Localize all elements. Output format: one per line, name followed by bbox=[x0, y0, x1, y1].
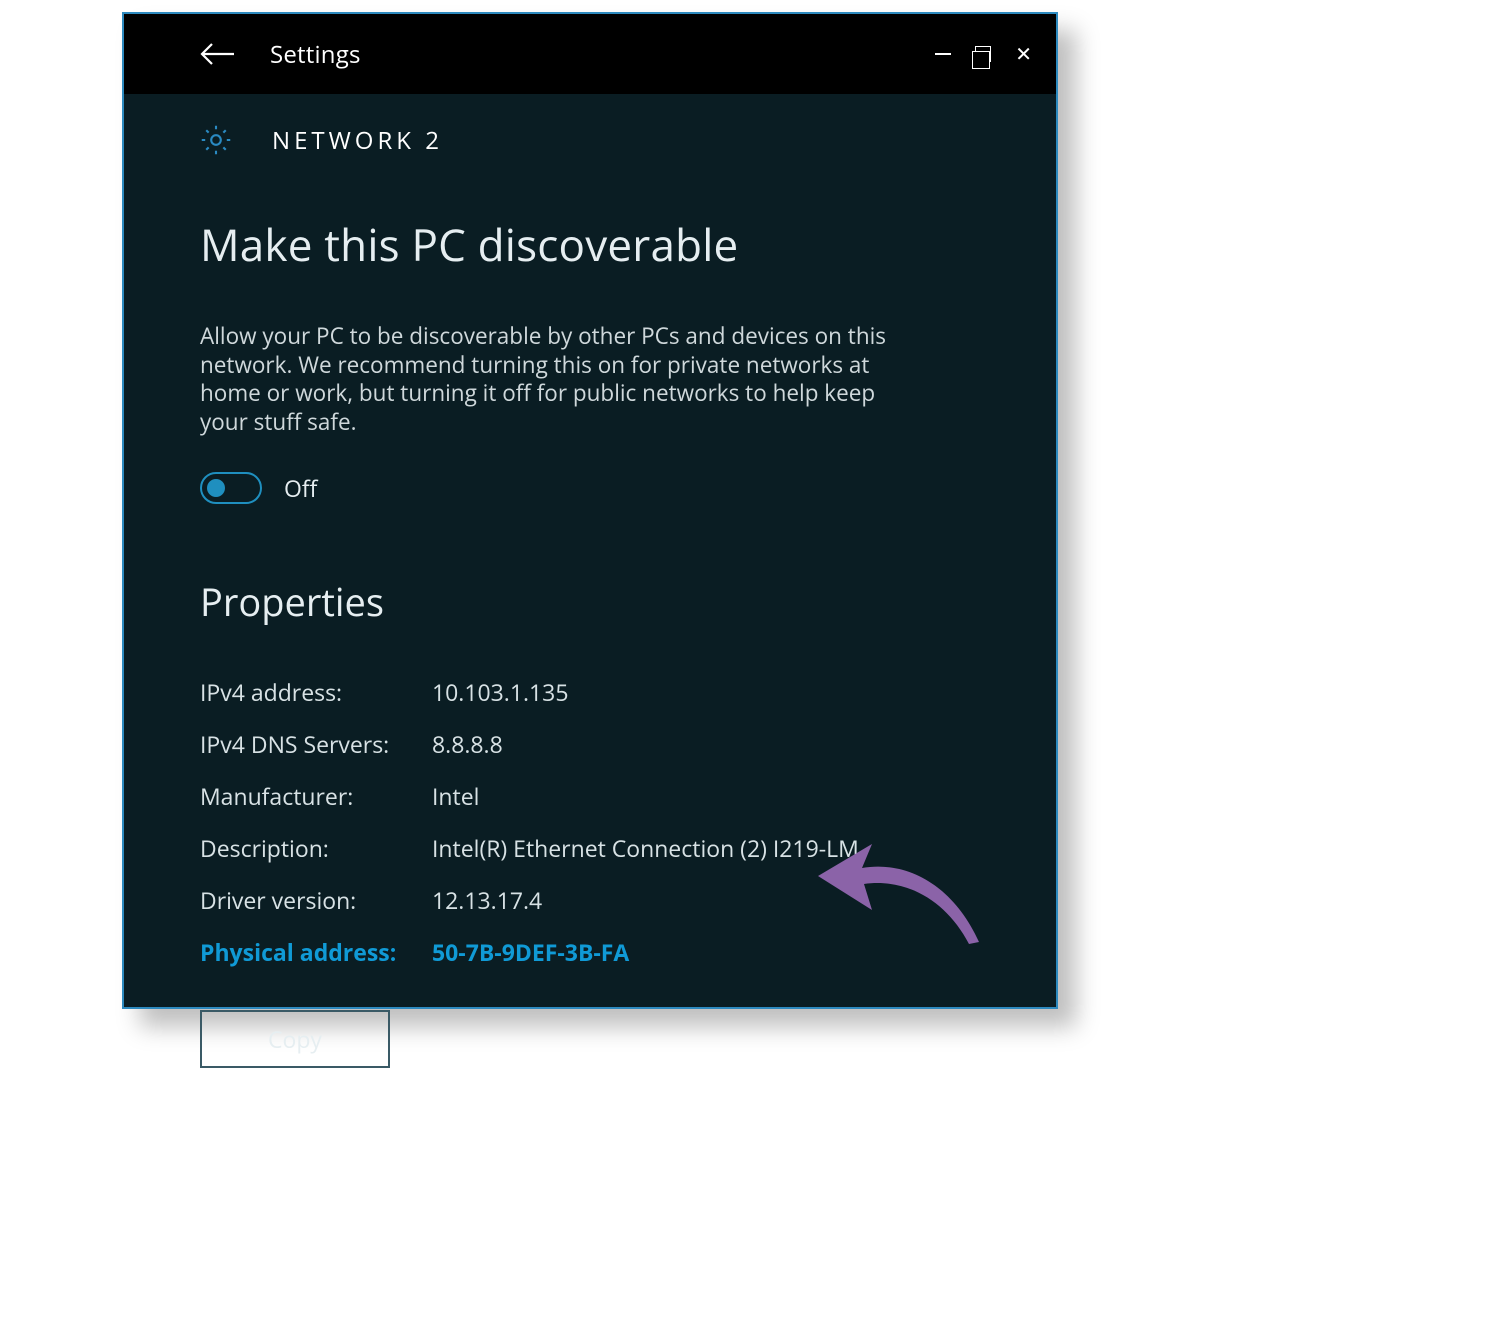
minimize-icon bbox=[935, 53, 951, 55]
window-controls: ✕ bbox=[935, 44, 1032, 64]
minimize-button[interactable] bbox=[935, 53, 951, 55]
close-button[interactable]: ✕ bbox=[1015, 44, 1032, 64]
maximize-icon bbox=[975, 46, 991, 62]
property-label: Manufacturer: bbox=[200, 780, 432, 812]
property-label: IPv4 DNS Servers: bbox=[200, 728, 432, 760]
gear-icon bbox=[198, 122, 234, 158]
toggle-knob bbox=[207, 479, 225, 497]
titlebar: Settings ✕ bbox=[124, 14, 1056, 94]
settings-window: Settings ✕ NETWORK 2 Make this PC discov… bbox=[122, 12, 1058, 1009]
back-button[interactable] bbox=[200, 42, 236, 66]
property-value: 8.8.8.8 bbox=[432, 728, 976, 760]
property-value: Intel(R) Ethernet Connection (2) I219-LM bbox=[432, 832, 976, 864]
discoverable-toggle-row: Off bbox=[200, 472, 976, 504]
property-label: Driver version: bbox=[200, 884, 432, 916]
property-value: 10.103.1.135 bbox=[432, 676, 976, 708]
copy-button[interactable]: Copy bbox=[200, 1010, 390, 1068]
property-value: 50-7B-9DEF-3B-FA bbox=[432, 936, 976, 968]
discoverable-toggle[interactable] bbox=[200, 472, 262, 504]
content-area: Make this PC discoverable Allow your PC … bbox=[124, 158, 1056, 1068]
maximize-button[interactable] bbox=[975, 46, 991, 62]
app-title: Settings bbox=[270, 38, 361, 71]
breadcrumb: NETWORK 2 bbox=[272, 124, 443, 157]
discoverable-description: Allow your PC to be discoverable by othe… bbox=[200, 322, 920, 436]
property-label: Physical address: bbox=[200, 936, 432, 968]
property-value: Intel bbox=[432, 780, 976, 812]
properties-heading: Properties bbox=[200, 576, 976, 628]
subheader: NETWORK 2 bbox=[124, 94, 1056, 158]
discoverable-heading: Make this PC discoverable bbox=[200, 214, 976, 274]
property-label: IPv4 address: bbox=[200, 676, 432, 708]
close-icon: ✕ bbox=[1015, 44, 1032, 64]
properties-grid: IPv4 address:10.103.1.135IPv4 DNS Server… bbox=[200, 676, 976, 968]
property-value: 12.13.17.4 bbox=[432, 884, 976, 916]
discoverable-toggle-label: Off bbox=[284, 472, 317, 504]
property-label: Description: bbox=[200, 832, 432, 864]
arrow-left-icon bbox=[200, 42, 236, 66]
